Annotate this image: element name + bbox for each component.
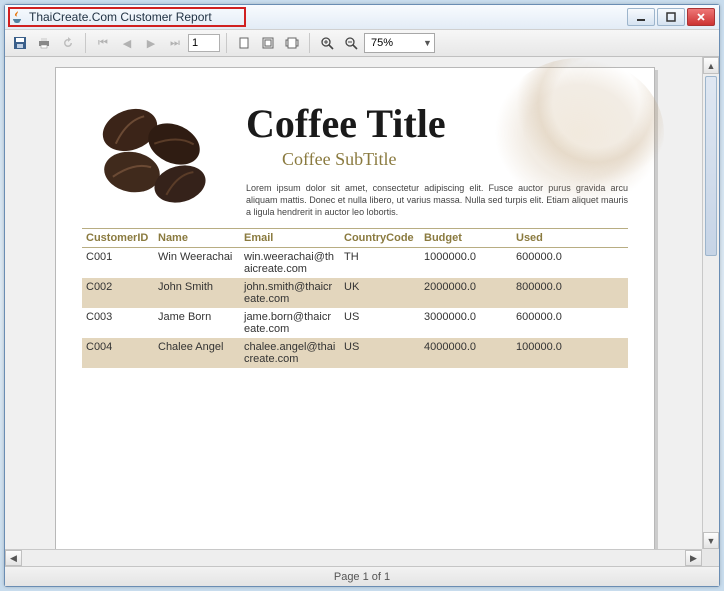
zoom-in-button[interactable] bbox=[316, 32, 338, 54]
report-title: Coffee Title bbox=[246, 100, 628, 147]
col-customerid: CustomerID bbox=[82, 229, 154, 248]
window-controls bbox=[627, 8, 715, 26]
cell-cc: US bbox=[340, 338, 420, 368]
print-icon bbox=[37, 36, 51, 50]
table-row: C003 Jame Born jame.born@thaicreate.com … bbox=[82, 308, 628, 338]
actual-size-button[interactable] bbox=[233, 32, 255, 54]
scroll-track[interactable] bbox=[22, 550, 685, 566]
cell-cc: US bbox=[340, 308, 420, 338]
separator bbox=[226, 33, 227, 53]
cell-id: C001 bbox=[82, 248, 154, 279]
scroll-up-button[interactable]: ▲ bbox=[703, 57, 719, 74]
cell-name: Jame Born bbox=[154, 308, 240, 338]
prev-icon: ◀ bbox=[123, 37, 131, 50]
cell-id: C004 bbox=[82, 338, 154, 368]
window-title: ThaiCreate.Com Customer Report bbox=[29, 10, 212, 24]
coffee-beans-image bbox=[82, 90, 232, 210]
vertical-scrollbar[interactable]: ▲ ▼ bbox=[702, 57, 719, 549]
bottom-scroll-row: ◀ ▶ bbox=[5, 549, 719, 566]
report-page: Coffee Title Coffee SubTitle Lorem ipsum… bbox=[55, 67, 655, 549]
col-email: Email bbox=[240, 229, 340, 248]
last-icon: ⏭ bbox=[170, 37, 180, 50]
cell-budget: 4000000.0 bbox=[420, 338, 512, 368]
fit-page-button[interactable] bbox=[257, 32, 279, 54]
cell-name: John Smith bbox=[154, 278, 240, 308]
table-header-row: CustomerID Name Email CountryCode Budget… bbox=[82, 229, 628, 248]
save-button[interactable] bbox=[9, 32, 31, 54]
report-description: Lorem ipsum dolor sit amet, consectetur … bbox=[246, 182, 628, 218]
status-bar: Page 1 of 1 bbox=[5, 566, 719, 586]
next-page-button[interactable]: ▶ bbox=[140, 32, 162, 54]
cell-email: chalee.angel@thaicreate.com bbox=[240, 338, 340, 368]
fit-width-icon bbox=[285, 36, 299, 50]
cell-email: jame.born@thaicreate.com bbox=[240, 308, 340, 338]
cell-used: 600000.0 bbox=[512, 248, 628, 279]
cell-email: win.weerachai@thaicreate.com bbox=[240, 248, 340, 279]
cell-used: 800000.0 bbox=[512, 278, 628, 308]
save-icon bbox=[13, 36, 27, 50]
zoom-select[interactable]: 75% ▼ bbox=[364, 33, 435, 53]
print-button[interactable] bbox=[33, 32, 55, 54]
cell-cc: UK bbox=[340, 278, 420, 308]
scroll-right-button[interactable]: ▶ bbox=[685, 550, 702, 566]
cell-id: C002 bbox=[82, 278, 154, 308]
cell-id: C003 bbox=[82, 308, 154, 338]
scroll-corner bbox=[702, 549, 719, 566]
col-budget: Budget bbox=[420, 229, 512, 248]
zoom-out-icon bbox=[344, 36, 358, 50]
first-page-button[interactable]: ⏮ bbox=[92, 32, 114, 54]
zoom-out-button[interactable] bbox=[340, 32, 362, 54]
app-window: ThaiCreate.Com Customer Report ⏮ ◀ ▶ ⏭ bbox=[4, 4, 720, 587]
prev-page-button[interactable]: ◀ bbox=[116, 32, 138, 54]
cell-name: Win Weerachai bbox=[154, 248, 240, 279]
cell-budget: 2000000.0 bbox=[420, 278, 512, 308]
cell-used: 100000.0 bbox=[512, 338, 628, 368]
next-icon: ▶ bbox=[147, 37, 155, 50]
zoom-in-icon bbox=[320, 36, 334, 50]
last-page-button[interactable]: ⏭ bbox=[164, 32, 186, 54]
fit-width-button[interactable] bbox=[281, 32, 303, 54]
separator bbox=[309, 33, 310, 53]
report-canvas[interactable]: Coffee Title Coffee SubTitle Lorem ipsum… bbox=[5, 57, 702, 549]
customer-table: CustomerID Name Email CountryCode Budget… bbox=[82, 228, 628, 368]
first-icon: ⏮ bbox=[98, 37, 108, 50]
scroll-left-button[interactable]: ◀ bbox=[5, 550, 22, 566]
fit-page-icon bbox=[261, 36, 275, 50]
java-icon bbox=[9, 9, 25, 25]
table-row: C002 John Smith john.smith@thaicreate.co… bbox=[82, 278, 628, 308]
zoom-value: 75% bbox=[371, 37, 393, 49]
reload-button[interactable] bbox=[57, 32, 79, 54]
horizontal-scrollbar[interactable]: ◀ ▶ bbox=[5, 549, 702, 566]
table-row: C001 Win Weerachai win.weerachai@thaicre… bbox=[82, 248, 628, 279]
cell-used: 600000.0 bbox=[512, 308, 628, 338]
col-used: Used bbox=[512, 229, 628, 248]
reload-icon bbox=[61, 36, 75, 50]
maximize-button[interactable] bbox=[657, 8, 685, 26]
table-row: C004 Chalee Angel chalee.angel@thaicreat… bbox=[82, 338, 628, 368]
separator bbox=[85, 33, 86, 53]
page-actual-icon bbox=[237, 36, 251, 50]
report-titles: Coffee Title Coffee SubTitle Lorem ipsum… bbox=[246, 90, 628, 218]
cell-budget: 1000000.0 bbox=[420, 248, 512, 279]
report-header: Coffee Title Coffee SubTitle Lorem ipsum… bbox=[82, 90, 628, 218]
col-name: Name bbox=[154, 229, 240, 248]
report-subtitle: Coffee SubTitle bbox=[246, 149, 628, 170]
scroll-down-button[interactable]: ▼ bbox=[703, 532, 719, 549]
cell-name: Chalee Angel bbox=[154, 338, 240, 368]
report-viewer: Coffee Title Coffee SubTitle Lorem ipsum… bbox=[5, 57, 719, 549]
page-status-text: Page 1 of 1 bbox=[334, 571, 390, 583]
chevron-down-icon: ▼ bbox=[423, 38, 432, 48]
col-countrycode: CountryCode bbox=[340, 229, 420, 248]
minimize-button[interactable] bbox=[627, 8, 655, 26]
cell-cc: TH bbox=[340, 248, 420, 279]
page-number-input[interactable] bbox=[188, 34, 220, 52]
close-button[interactable] bbox=[687, 8, 715, 26]
cell-budget: 3000000.0 bbox=[420, 308, 512, 338]
titlebar[interactable]: ThaiCreate.Com Customer Report bbox=[5, 5, 719, 29]
scroll-thumb[interactable] bbox=[705, 76, 717, 256]
toolbar: ⏮ ◀ ▶ ⏭ 75% ▼ bbox=[5, 29, 719, 57]
scroll-track[interactable] bbox=[703, 74, 719, 532]
cell-email: john.smith@thaicreate.com bbox=[240, 278, 340, 308]
